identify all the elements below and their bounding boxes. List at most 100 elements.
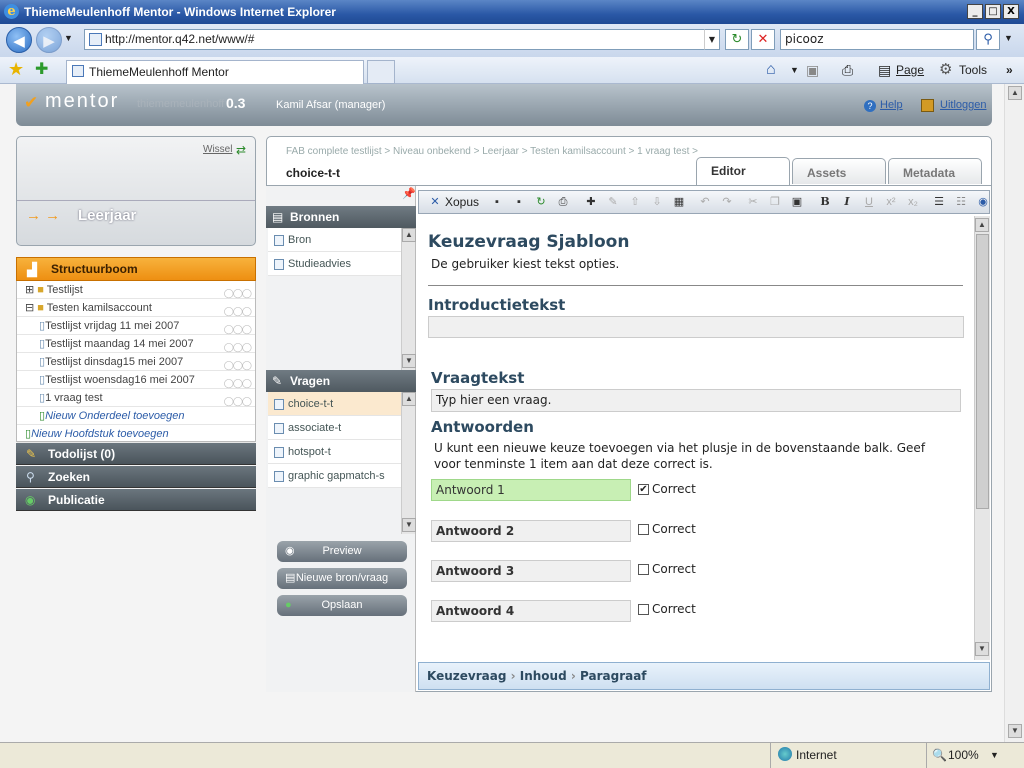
stop-icon[interactable]: ✕ — [751, 29, 775, 50]
correct-checkbox[interactable] — [638, 564, 649, 575]
switch-link[interactable]: Wissel — [203, 144, 232, 155]
move-up-icon[interactable]: ⇧ — [627, 194, 643, 210]
answer-field[interactable]: Antwoord 4 — [431, 600, 631, 622]
move-down-icon[interactable]: ⇩ — [649, 194, 665, 210]
tree-item-testlijst[interactable]: ⊞ ■ Testlijst ◯◯◯ — [17, 281, 255, 299]
copy-icon[interactable]: ❐ — [767, 194, 783, 210]
correct-checkbox[interactable] — [638, 524, 649, 535]
refresh-icon[interactable]: ↻ — [725, 29, 749, 50]
underline-icon[interactable]: U — [861, 194, 877, 210]
tab-metadata[interactable]: Metadata — [888, 158, 982, 184]
add-section-link[interactable]: ▯Nieuw Onderdeel toevoegen — [17, 407, 255, 425]
structure-header[interactable]: ▟ Structuurboom — [16, 257, 256, 281]
back-icon[interactable]: ◀ — [6, 27, 32, 53]
cut-icon[interactable]: ✂ — [745, 194, 761, 210]
remove-element-icon[interactable]: ✎ — [605, 194, 621, 210]
new-item-button[interactable]: ▤ Nieuwe bron/vraag — [277, 568, 407, 589]
scroll-down-icon[interactable]: ▼ — [402, 354, 416, 368]
logout-icon[interactable] — [921, 99, 934, 112]
logout-link[interactable]: Uitloggen — [940, 99, 986, 111]
browser-tab[interactable]: ThiemeMeulenhoff Mentor — [66, 60, 364, 84]
bullet-list-icon[interactable]: ☰ — [931, 194, 947, 210]
save-as-icon[interactable]: ▪ — [511, 194, 527, 210]
publish-button[interactable]: ◉ Publicatie — [16, 489, 256, 511]
scroll-up-icon[interactable]: ▲ — [402, 228, 416, 242]
collapse-icon[interactable]: ⊟ — [25, 302, 34, 314]
address-dropdown-icon[interactable]: ▼ — [704, 29, 720, 50]
scroll-up-icon[interactable]: ▲ — [1008, 86, 1022, 100]
scroll-up-icon[interactable]: ▲ — [402, 392, 416, 406]
redo-icon[interactable]: ↷ — [719, 194, 735, 210]
home-dropdown-icon[interactable]: ▼ — [790, 61, 799, 79]
questions-header[interactable]: ✎ Vragen — [266, 370, 416, 392]
help-link[interactable]: Help — [880, 99, 903, 111]
new-tab-button[interactable] — [367, 60, 395, 84]
add-favorite-icon[interactable]: ✚ — [35, 59, 48, 79]
tree-item-test1[interactable]: ▯Testlijst vrijdag 11 mei 2007 ◯◯◯ — [17, 317, 255, 335]
source-item-bron[interactable]: Bron — [268, 228, 402, 252]
star-icon[interactable]: ★ — [8, 59, 24, 80]
help-icon[interactable]: ? — [864, 100, 876, 112]
scroll-down-icon[interactable]: ▼ — [1008, 724, 1022, 738]
close-button[interactable]: X — [1003, 4, 1019, 19]
source-item-studieadvies[interactable]: Studieadvies — [268, 252, 402, 276]
search-input[interactable]: picooz — [780, 29, 974, 50]
question-item[interactable]: hotspot-t — [268, 440, 402, 464]
sources-scrollbar[interactable]: ▲ ▼ — [401, 228, 416, 370]
save-doc-icon[interactable]: ▪ — [489, 194, 505, 210]
sources-header[interactable]: ▤ Bronnen — [266, 206, 416, 228]
undo-icon[interactable]: ↶ — [697, 194, 713, 210]
editor-scrollbar[interactable]: ▲ ▼ — [974, 216, 990, 660]
print-icon[interactable]: ⎙ — [842, 61, 853, 79]
zoom-level[interactable]: 100% — [948, 742, 979, 768]
maximize-button[interactable]: □ — [985, 4, 1001, 19]
answer-field[interactable]: Antwoord 3 — [431, 560, 631, 582]
search-icon[interactable]: ⚲ — [976, 29, 1000, 50]
scroll-thumb[interactable] — [976, 234, 989, 509]
reload-icon[interactable]: ↻ — [533, 194, 549, 210]
path-item[interactable]: Keuzevraag — [427, 669, 506, 683]
history-dropdown-icon[interactable]: ▼ — [64, 33, 73, 43]
correct-checkbox[interactable] — [638, 604, 649, 615]
home-icon[interactable]: ⌂ — [766, 61, 776, 79]
answer-field[interactable]: Antwoord 2 — [431, 520, 631, 542]
tree-item-testen[interactable]: ⊟ ■ Testen kamilsaccount ◯◯◯ — [17, 299, 255, 317]
preview-button[interactable]: ◉ Preview — [277, 541, 407, 562]
save-button[interactable]: ● Opslaan — [277, 595, 407, 616]
address-bar[interactable]: http://mentor.q42.net/www/# — [84, 29, 720, 50]
expand-icon[interactable]: ⊞ — [25, 284, 34, 296]
paste-icon[interactable]: ▣ — [789, 194, 805, 210]
path-item[interactable]: Inhoud — [520, 669, 567, 683]
answer-field[interactable]: Antwoord 1 — [431, 479, 631, 501]
intro-text-field[interactable] — [428, 316, 964, 338]
breadcrumb[interactable]: FAB complete testlijst > Niveau onbekend… — [286, 146, 698, 157]
search-options-icon[interactable]: ▼ — [1004, 33, 1013, 43]
forward-icon[interactable]: ▶ — [36, 27, 62, 53]
question-item-selected[interactable]: choice-t-t — [268, 392, 402, 416]
bold-icon[interactable]: B — [817, 194, 833, 210]
print-doc-icon[interactable]: ⎙ — [555, 194, 571, 210]
tree-item-test3[interactable]: ▯Testlijst dinsdag15 mei 2007 ◯◯◯ — [17, 353, 255, 371]
superscript-icon[interactable]: x² — [883, 194, 899, 210]
globe-icon[interactable]: ◉ — [975, 194, 991, 210]
pin-icon[interactable]: 📌 — [402, 187, 416, 200]
scroll-down-icon[interactable]: ▼ — [975, 642, 989, 656]
subscript-icon[interactable]: x₂ — [905, 194, 921, 210]
italic-icon[interactable]: I — [839, 194, 855, 210]
tree-item-test2[interactable]: ▯Testlijst maandag 14 mei 2007 ◯◯◯ — [17, 335, 255, 353]
path-item[interactable]: Paragraaf — [580, 669, 647, 683]
todo-button[interactable]: ✎ Todolijst (0) — [16, 443, 256, 465]
correct-checkbox[interactable]: ✔ — [638, 484, 649, 495]
questions-scrollbar[interactable]: ▲ ▼ — [401, 392, 416, 534]
add-element-icon[interactable]: ✚ — [583, 194, 599, 210]
page-menu[interactable]: Page — [896, 61, 924, 79]
properties-icon[interactable]: ▦ — [671, 194, 687, 210]
tab-assets[interactable]: Assets — [792, 158, 886, 184]
tree-item-test5[interactable]: ▯1 vraag test ◯◯◯ — [17, 389, 255, 407]
tools-menu[interactable]: Tools — [959, 61, 987, 79]
page-scrollbar[interactable]: ▲ ▼ — [1004, 84, 1024, 742]
feed-icon[interactable]: ▣ — [806, 61, 819, 79]
question-item[interactable]: graphic gapmatch-s — [268, 464, 402, 488]
scroll-up-icon[interactable]: ▲ — [975, 218, 989, 232]
minimize-button[interactable]: _ — [967, 4, 983, 19]
